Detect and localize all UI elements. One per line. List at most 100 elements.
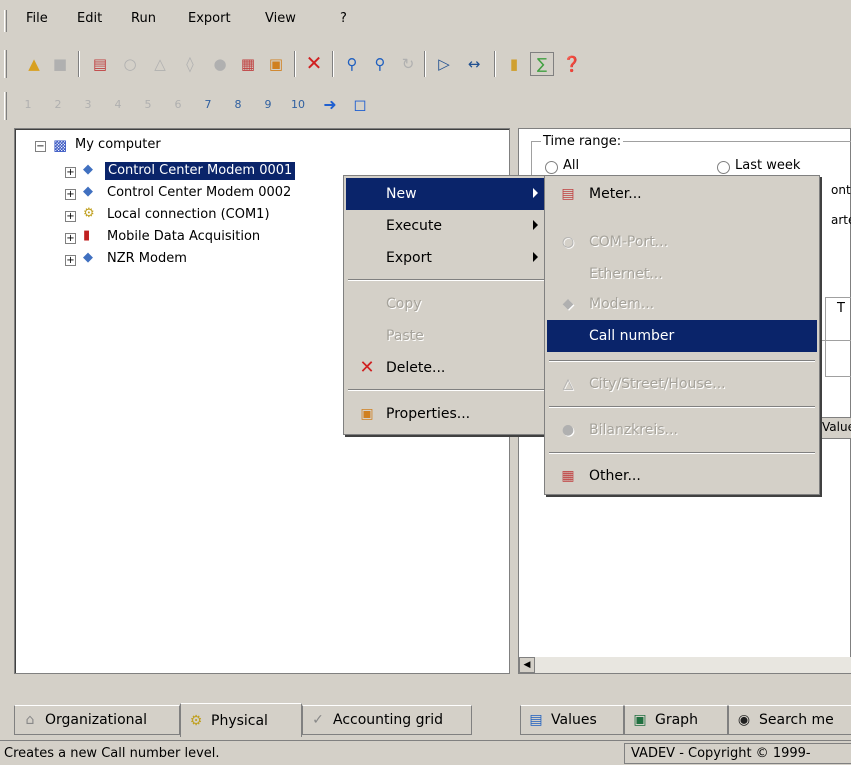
context-menu-new[interactable]: New (346, 178, 546, 210)
menu-export[interactable]: Export (188, 11, 231, 26)
submenu-call-number[interactable]: Call number (547, 320, 817, 352)
tree-root-my-computer[interactable]: My computer (75, 136, 161, 154)
tree-item-nzr-modem[interactable]: NZR Modem (107, 250, 187, 268)
statistics-icon[interactable]: ∑ (530, 52, 554, 76)
menu-help[interactable]: ? (340, 11, 347, 26)
refresh-icon[interactable]: ↻ (396, 52, 420, 76)
submenu-com-port[interactable]: ○ COM-Port... (547, 226, 817, 258)
save-icon[interactable]: ■ (48, 52, 72, 76)
submenu-ethernet[interactable]: Ethernet... (547, 258, 817, 290)
run-2-icon[interactable]: 2 (46, 92, 70, 116)
main-toolbar: ▲ ■ ▤ ○ △ ◊ ● ▦ ▣ ✕ ⚲ ⚲ ↻ ▷ ↔ ▮ ∑ ❓ (0, 42, 851, 86)
zoom-in-icon[interactable]: ⚲ (340, 52, 364, 76)
properties-icon: ▣ (360, 406, 374, 422)
menu-view[interactable]: View (265, 11, 296, 26)
open-icon[interactable]: ▲ (22, 52, 46, 76)
message-icon[interactable]: ◻ (348, 92, 372, 116)
database-icon[interactable]: ▮ (502, 52, 526, 76)
tree-item-mobile-data[interactable]: Mobile Data Acquisition (107, 228, 260, 246)
run-7-icon[interactable]: 7 (196, 92, 220, 116)
delete-icon[interactable]: ✕ (302, 51, 326, 75)
submenu-other[interactable]: ▦ Other... (547, 460, 817, 492)
city-icon: △ (562, 376, 574, 392)
graph-icon: ▣ (633, 712, 647, 728)
context-menu-execute[interactable]: Execute (346, 210, 546, 242)
context-menu-export[interactable]: Export (346, 242, 546, 274)
submenu-arrow-icon (533, 188, 538, 198)
status-bar: Creates a new Call number level. VADEV -… (0, 740, 851, 765)
properties-icon[interactable]: ▣ (264, 52, 288, 76)
tab-values[interactable]: ▤ Values (520, 705, 624, 735)
tab-search-label: Search me (759, 712, 834, 728)
expand-toggle[interactable]: + (65, 189, 76, 200)
tree-item-modem-0001[interactable]: Control Center Modem 0001 (103, 161, 297, 181)
expand-toggle[interactable]: + (65, 233, 76, 244)
run-6-icon[interactable]: 6 (166, 92, 190, 116)
tab-search[interactable]: ◉ Search me (728, 705, 851, 735)
menu-file[interactable]: File (26, 11, 48, 26)
tab-accounting-grid[interactable]: ✓ Accounting grid (302, 705, 472, 735)
transfer-icon[interactable]: ➜ (318, 92, 342, 116)
run-9-icon[interactable]: 9 (256, 92, 280, 116)
menu-separator (549, 406, 815, 408)
run-5-icon[interactable]: 5 (136, 92, 160, 116)
tab-organizational[interactable]: ⌂ Organizational (14, 705, 180, 735)
new-bilanz-icon[interactable]: ● (208, 52, 232, 76)
value-column-header[interactable]: Value (819, 417, 851, 439)
run-8-icon[interactable]: 8 (226, 92, 250, 116)
submenu-bilanzkreis[interactable]: ● Bilanzkreis... (547, 414, 817, 446)
help-icon[interactable]: ❓ (560, 52, 584, 76)
menubar-grip[interactable] (4, 10, 7, 32)
tree-item-local-connection[interactable]: Local connection (COM1) (107, 206, 270, 224)
tree-item-modem-0002[interactable]: Control Center Modem 0002 (107, 184, 291, 202)
toolbar-grip[interactable] (4, 50, 7, 78)
house-icon: ⌂ (25, 712, 35, 728)
new-meter-icon[interactable]: ▤ (88, 52, 112, 76)
check-circle-icon: ✓ (312, 712, 324, 728)
submenu-modem[interactable]: ◆ Modem... (547, 288, 817, 320)
goto-icon[interactable]: ▷ (432, 52, 456, 76)
collapse-toggle[interactable]: − (35, 141, 46, 152)
menu-separator (348, 389, 544, 391)
submenu-city-label: City/Street/House... (589, 376, 726, 392)
context-menu-copy[interactable]: Copy (346, 288, 546, 320)
fit-width-icon[interactable]: ↔ (462, 52, 486, 76)
tab-physical[interactable]: ⚙ Physical (180, 703, 302, 737)
radio-month-label: onth (831, 183, 851, 197)
toolbar-grip[interactable] (4, 92, 7, 120)
run-1-icon[interactable]: 1 (16, 92, 40, 116)
tab-organizational-label: Organizational (45, 712, 147, 728)
tab-accounting-label: Accounting grid (333, 712, 444, 728)
new-port-icon[interactable]: ○ (118, 52, 142, 76)
menu-separator (348, 279, 544, 281)
submenu-meter[interactable]: ▤ Meter... (547, 178, 817, 210)
context-menu-delete[interactable]: ✕ Delete... (346, 352, 546, 384)
status-copyright-pane: VADEV - Copyright © 1999- (624, 743, 851, 764)
run-10-icon[interactable]: 10 (286, 92, 310, 116)
submenu-city-street-house[interactable]: △ City/Street/House... (547, 368, 817, 400)
tab-graph[interactable]: ▣ Graph (624, 705, 728, 735)
context-menu-properties[interactable]: ▣ Properties... (346, 398, 546, 430)
new-other-icon[interactable]: ▦ (236, 52, 260, 76)
expand-toggle[interactable]: + (65, 255, 76, 266)
run-4-icon[interactable]: 4 (106, 92, 130, 116)
scroll-left-button[interactable]: ◀ (519, 657, 535, 673)
run-3-icon[interactable]: 3 (76, 92, 100, 116)
computer-icon: ▩ (53, 136, 68, 154)
modem-icon: ◆ (562, 296, 574, 312)
menu-run[interactable]: Run (131, 11, 156, 26)
zoom-out-icon[interactable]: ⚲ (368, 52, 392, 76)
new-modem-icon[interactable]: ◊ (178, 52, 202, 76)
expand-toggle[interactable]: + (65, 211, 76, 222)
menu-separator (549, 360, 815, 362)
expand-toggle[interactable]: + (65, 167, 76, 178)
handheld-icon: ▮ (83, 228, 91, 243)
context-menu-paste[interactable]: Paste (346, 320, 546, 352)
menu-edit[interactable]: Edit (77, 11, 102, 26)
radio-all[interactable] (545, 161, 558, 174)
horizontal-scrollbar[interactable] (535, 657, 851, 673)
status-copyright: VADEV - Copyright © 1999- (631, 746, 811, 761)
new-city-icon[interactable]: △ (148, 52, 172, 76)
context-menu: New Execute Export Copy Paste ✕ Delete..… (343, 175, 549, 435)
radio-last-week[interactable] (717, 161, 730, 174)
